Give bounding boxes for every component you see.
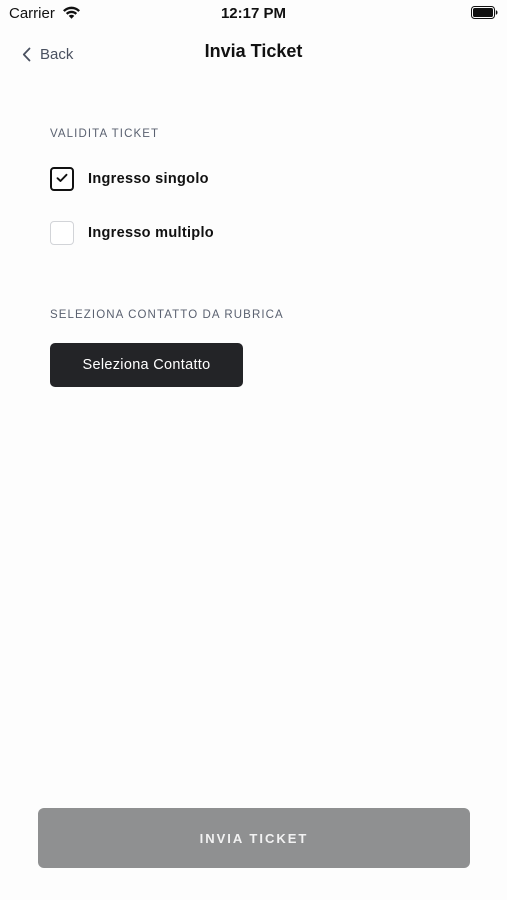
clock: 12:17 PM — [220, 5, 287, 22]
page-title: Invia Ticket — [204, 41, 303, 61]
option-ingresso-singolo[interactable]: Ingresso singolo — [50, 166, 209, 192]
contact-section-label: SELEZIONA CONTATTO DA RUBRICA — [50, 309, 284, 321]
checkmark-icon — [56, 170, 68, 188]
checkbox-unchecked[interactable] — [50, 221, 74, 245]
option-label: Ingresso singolo — [88, 171, 209, 187]
option-ingresso-multiplo[interactable]: Ingresso multiplo — [50, 220, 214, 246]
option-label: Ingresso multiplo — [88, 225, 214, 241]
navigation-bar: Back Invia Ticket — [0, 34, 507, 74]
send-ticket-screen: Carrier 12:17 PM Back Invia Ticket VALID… — [0, 0, 507, 900]
battery-icon — [471, 6, 498, 19]
select-contact-button[interactable]: Seleziona Contatto — [50, 343, 243, 387]
validity-section-label: VALIDITA TICKET — [50, 128, 160, 140]
status-bar: Carrier 12:17 PM — [0, 0, 507, 28]
send-ticket-button[interactable]: INVIA TICKET — [38, 808, 470, 868]
checkbox-checked[interactable] — [50, 167, 74, 191]
